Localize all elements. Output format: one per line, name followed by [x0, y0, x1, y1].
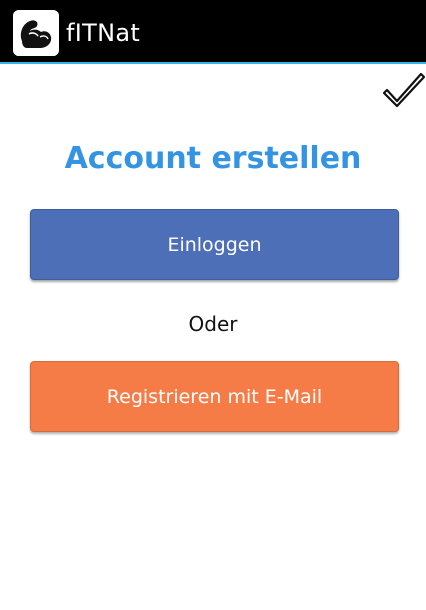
or-separator: Oder	[188, 312, 238, 336]
page-title: Account erstellen	[64, 141, 362, 176]
register-email-button[interactable]: Registrieren mit E-Mail	[30, 361, 399, 432]
confirm-button[interactable]	[381, 68, 426, 108]
flexing-arm-icon	[13, 10, 59, 56]
app-title: fITNat	[66, 19, 141, 47]
app-screen: fITNat Account erstellen Einloggen Oder …	[0, 0, 426, 610]
action-bar: fITNat	[0, 0, 426, 64]
login-button[interactable]: Einloggen	[30, 209, 399, 280]
checkmark-icon	[381, 68, 426, 108]
